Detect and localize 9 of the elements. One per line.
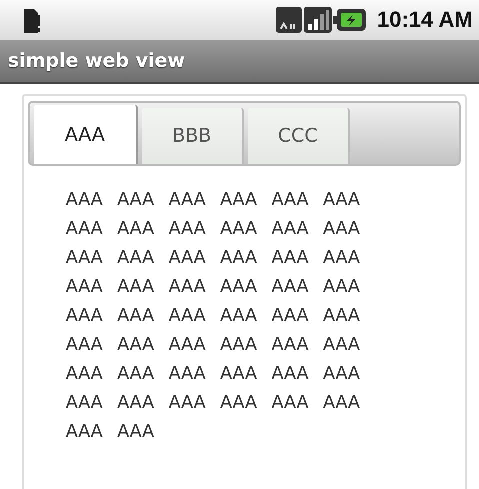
clock-time: 10:14 AM <box>377 7 473 33</box>
mobile-data-icon <box>275 5 304 35</box>
battery-charging-icon <box>333 7 368 33</box>
body-text: AAA AAA AAA AAA AAA AAA AAA AAA AAA AAA AAA AAA AAA AAA AAA AAA AAA AAA AAA AAA AAA AAA AAA AAA AAA AAA AAA AAA AAA AAA AAA AAA AAA AAA AAA AAA AAA AAA AAA AAA AAA AAA AAA AAA AAA AAA AAA AAA AAA AAA <box>66 189 362 444</box>
signal-icon <box>303 5 334 35</box>
app-title: simple web view <box>8 50 186 72</box>
tab[interactable]: CCC <box>248 108 350 164</box>
tab[interactable]: AAA <box>34 105 138 164</box>
tab[interactable]: BBB <box>142 108 244 164</box>
